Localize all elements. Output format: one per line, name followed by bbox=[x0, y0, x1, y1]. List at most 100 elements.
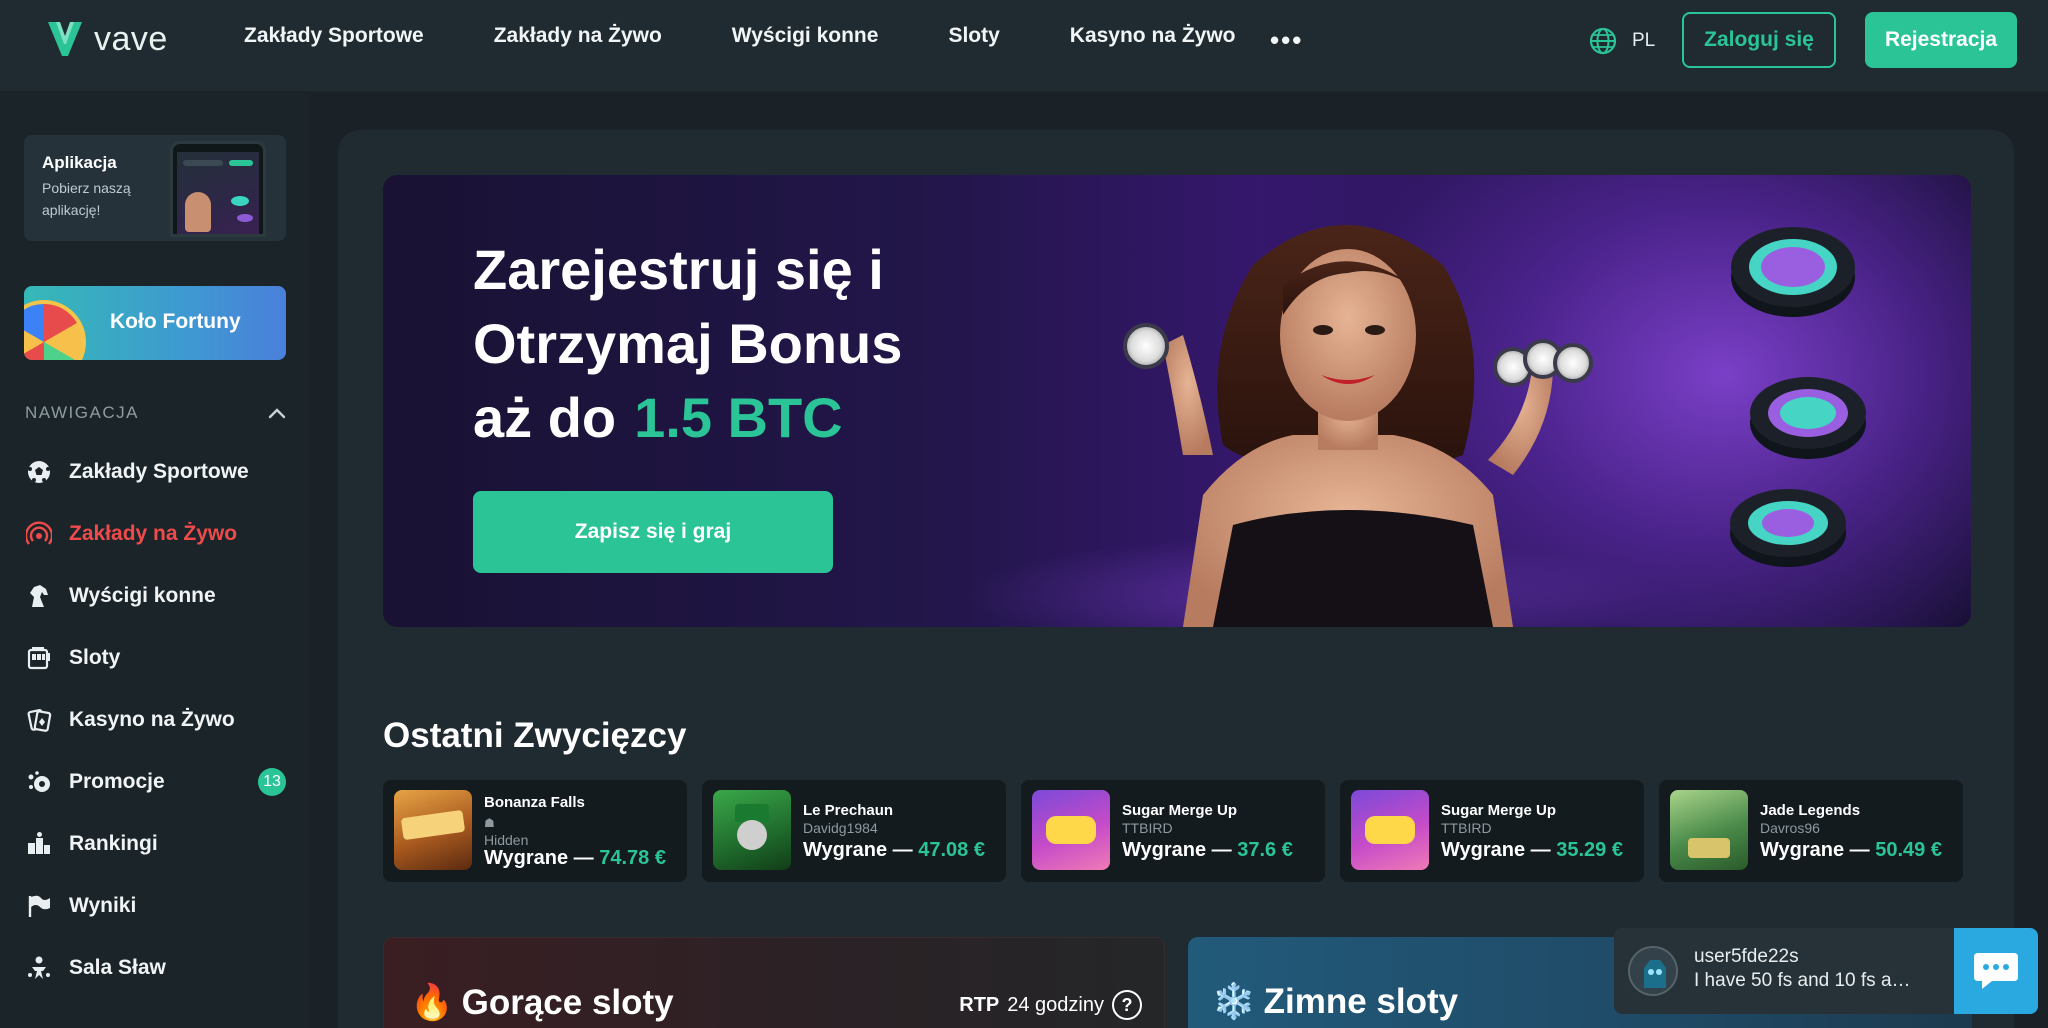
amount-value: 74.78 € bbox=[599, 847, 666, 869]
snowflake-icon: ❄️ bbox=[1212, 982, 1256, 1021]
crypto-chip-image bbox=[1730, 489, 1846, 567]
sidebar-item-promotions[interactable]: Promocje 13 bbox=[25, 765, 287, 799]
navigation-section-header[interactable]: NAWIGACJA bbox=[25, 403, 287, 423]
navigation-heading: NAWIGACJA bbox=[25, 403, 139, 422]
winner-card[interactable]: Jade Legends Davros96 Wygrane — 50.49 € bbox=[1659, 780, 1963, 882]
hall-of-fame-icon bbox=[25, 954, 53, 982]
amount-prefix: Wygrane — bbox=[1441, 839, 1551, 861]
winner-username: TTBIRD bbox=[1441, 820, 1492, 836]
hero-line-2: Otrzymaj Bonus bbox=[473, 312, 903, 375]
topnav-live-casino[interactable]: Kasyno na Żywo bbox=[1070, 24, 1236, 48]
hot-slots-title: 🔥 Gorące sloty bbox=[410, 982, 674, 1023]
ranking-icon bbox=[25, 830, 53, 858]
open-chat-button[interactable] bbox=[1954, 928, 2038, 1014]
game-thumbnail-sugar-merge-up bbox=[1032, 790, 1110, 870]
topnav-horse-racing[interactable]: Wyścigi konne bbox=[732, 24, 879, 48]
sidebar-item-horse-racing[interactable]: Wyścigi konne bbox=[25, 579, 287, 613]
crypto-chip-image bbox=[1731, 227, 1855, 317]
rtp-label: RTP bbox=[959, 993, 1000, 1016]
soccer-ball-icon bbox=[25, 458, 53, 486]
vave-logo[interactable]: vave bbox=[44, 18, 168, 60]
wheel-of-fortune-button[interactable]: Koło Fortuny bbox=[24, 286, 286, 360]
amount-value: 50.49 € bbox=[1875, 839, 1942, 861]
more-menu-icon[interactable]: ••• bbox=[1270, 27, 1303, 53]
winner-amount: Wygrane — 50.49 € bbox=[1760, 839, 1942, 862]
signup-and-play-button[interactable]: Zapisz się i graj bbox=[473, 491, 833, 573]
winner-card[interactable]: Sugar Merge Up TTBIRD Wygrane — 35.29 € bbox=[1340, 780, 1644, 882]
language-selector[interactable]: PL bbox=[1588, 26, 1655, 56]
chat-message-preview: I have 50 fs and 10 fs a… bbox=[1694, 970, 1911, 991]
cold-slots-title-text: Zimne sloty bbox=[1263, 981, 1459, 1021]
amount-prefix: Wygrane — bbox=[1122, 839, 1232, 861]
hidden-user-icon: ☗ bbox=[484, 816, 495, 830]
flag-icon bbox=[25, 892, 53, 920]
app-download-card[interactable]: Aplikacja Pobierz naszą aplikację! bbox=[24, 135, 286, 241]
language-code: PL bbox=[1632, 30, 1656, 51]
game-thumbnail-sugar-merge-up bbox=[1351, 790, 1429, 870]
rtp-period-selector[interactable]: RTP 24 godziny ? bbox=[959, 990, 1142, 1020]
winner-username: Davidg1984 bbox=[803, 820, 878, 836]
recent-winners-title: Ostatni Zwycięzcy bbox=[383, 716, 687, 755]
app-card-subtitle: Pobierz naszą aplikację! bbox=[42, 180, 131, 218]
winner-amount: Wygrane — 74.78 € bbox=[484, 847, 666, 870]
login-button[interactable]: Zaloguj się bbox=[1682, 12, 1836, 68]
winner-card[interactable]: Le Prechaun Davidg1984 Wygrane — 47.08 € bbox=[702, 780, 1006, 882]
cards-icon bbox=[25, 706, 53, 734]
recent-winners-list: Bonanza Falls ☗ Hidden Wygrane — 74.78 €… bbox=[383, 780, 1963, 882]
help-icon[interactable]: ? bbox=[1112, 990, 1142, 1020]
amount-prefix: Wygrane — bbox=[1760, 839, 1870, 861]
game-thumbnail-bonanza-falls bbox=[394, 790, 472, 870]
winner-game-name: Le Prechaun bbox=[803, 802, 894, 819]
amount-prefix: Wygrane — bbox=[484, 847, 594, 869]
hero-line-1: Zarejestruj się i bbox=[473, 238, 884, 301]
register-button[interactable]: Rejestracja bbox=[1865, 12, 2017, 68]
phone-preview-image bbox=[170, 141, 266, 237]
hot-slots-panel: 🔥 Gorące sloty RTP 24 godziny ? bbox=[383, 937, 1165, 1028]
hot-slots-title-text: Gorące sloty bbox=[461, 982, 674, 1022]
sidebar-item-label: Sloty bbox=[69, 646, 121, 669]
fortune-wheel-icon bbox=[24, 300, 86, 360]
amount-value: 35.29 € bbox=[1556, 839, 1623, 861]
fire-icon: 🔥 bbox=[410, 983, 454, 1022]
sidebar-item-slots[interactable]: Sloty bbox=[25, 641, 287, 675]
sidebar-item-label: Promocje bbox=[69, 770, 165, 793]
amount-value: 47.08 € bbox=[918, 839, 985, 861]
bitcoin-coin-image bbox=[1123, 323, 1169, 369]
bitcoin-coin-image bbox=[1553, 343, 1593, 383]
winner-card[interactable]: Bonanza Falls ☗ Hidden Wygrane — 74.78 € bbox=[383, 780, 687, 882]
sidebar-item-results[interactable]: Wyniki bbox=[25, 889, 287, 923]
top-header: vave Zakłady Sportowe Zakłady na Żywo Wy… bbox=[0, 0, 2048, 92]
chevron-up-icon[interactable] bbox=[267, 406, 287, 420]
sidebar-item-label: Zakłady na Żywo bbox=[69, 522, 238, 545]
amount-value: 37.6 € bbox=[1237, 839, 1293, 861]
promotions-count-badge: 13 bbox=[258, 768, 286, 796]
sidebar-item-rankings[interactable]: Rankingi bbox=[25, 827, 287, 861]
sidebar-item-label: Rankingi bbox=[69, 832, 158, 855]
sidebar-item-label: Wyścigi konne bbox=[69, 584, 216, 607]
topnav-sports-betting[interactable]: Zakłady Sportowe bbox=[244, 24, 424, 48]
winner-game-name: Sugar Merge Up bbox=[1122, 802, 1238, 819]
sidebar-item-hall-of-fame[interactable]: Sala Sław bbox=[25, 951, 287, 985]
winner-username: Davros96 bbox=[1760, 820, 1820, 836]
sidebar-item-label: Wyniki bbox=[69, 894, 137, 917]
crypto-chip-image bbox=[1750, 377, 1866, 459]
hero-headline: Zarejestruj się i Otrzymaj Bonus aż do 1.… bbox=[473, 233, 902, 455]
sidebar-item-live-casino[interactable]: Kasyno na Żywo bbox=[25, 703, 287, 737]
sidebar-item-sports-betting[interactable]: Zakłady Sportowe bbox=[25, 455, 287, 489]
top-nav: Zakłady Sportowe Zakłady na Żywo Wyścigi… bbox=[244, 24, 1305, 48]
topnav-slots[interactable]: Sloty bbox=[948, 24, 999, 48]
sidebar-item-live-betting[interactable]: Zakłady na Żywo bbox=[25, 517, 287, 551]
cold-slots-title: ❄️ Zimne sloty bbox=[1212, 981, 1458, 1022]
winner-amount: Wygrane — 35.29 € bbox=[1441, 839, 1623, 862]
chat-bubble-icon bbox=[1974, 953, 2018, 989]
chat-widget[interactable]: user5fde22s I have 50 fs and 10 fs a… bbox=[1614, 928, 2038, 1014]
game-thumbnail-le-prechaun bbox=[713, 790, 791, 870]
sidebar: Aplikacja Pobierz naszą aplikację! Koło … bbox=[0, 93, 310, 1028]
winner-game-name: Bonanza Falls bbox=[484, 794, 585, 811]
globe-icon bbox=[1589, 27, 1617, 55]
slot-machine-icon bbox=[25, 644, 53, 672]
topnav-live-betting[interactable]: Zakłady na Żywo bbox=[494, 24, 662, 48]
winner-amount: Wygrane — 37.6 € bbox=[1122, 839, 1293, 862]
winner-card[interactable]: Sugar Merge Up TTBIRD Wygrane — 37.6 € bbox=[1021, 780, 1325, 882]
hero-banner[interactable]: Zarejestruj się i Otrzymaj Bonus aż do 1.… bbox=[383, 175, 1971, 627]
